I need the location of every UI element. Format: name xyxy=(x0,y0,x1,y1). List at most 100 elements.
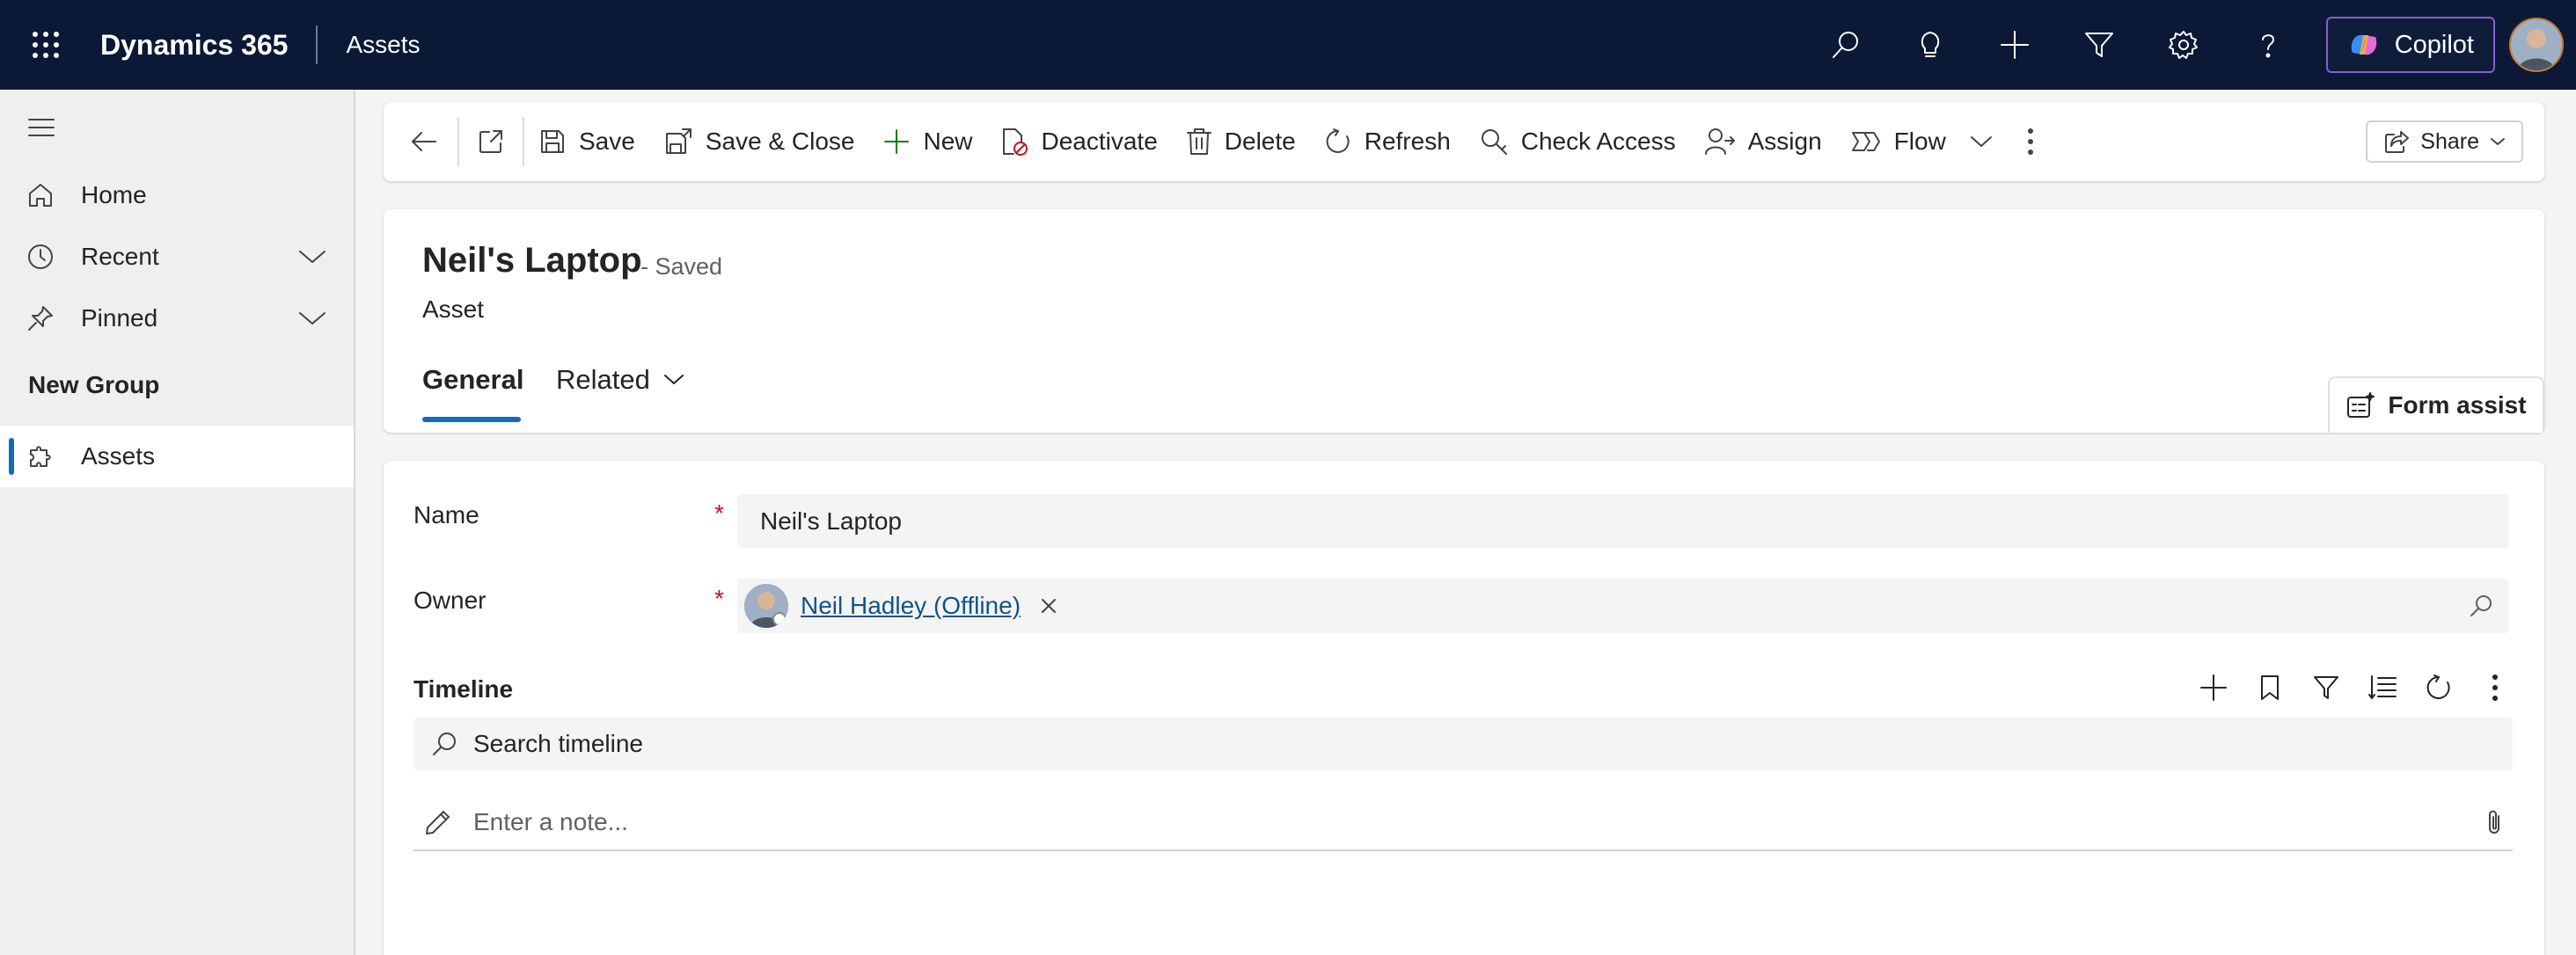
user-avatar[interactable] xyxy=(2509,18,2564,72)
tab-general[interactable]: General xyxy=(422,364,523,396)
note-input[interactable] xyxy=(473,808,2321,836)
settings-button[interactable] xyxy=(2141,0,2226,90)
plus-icon xyxy=(2000,31,2029,59)
close-icon xyxy=(1042,599,1057,613)
name-field[interactable]: Neil's Laptop xyxy=(737,494,2509,549)
save-close-button[interactable]: Save & Close xyxy=(649,102,869,181)
timeline-more-button[interactable] xyxy=(2467,660,2523,716)
nav-item-recent[interactable]: Recent xyxy=(0,226,354,288)
site-map-toggle[interactable] xyxy=(26,114,56,141)
chevron-down-icon xyxy=(662,373,685,387)
flow-icon xyxy=(1850,128,1882,155)
form-body: Name * Neil's Laptop Owner * Neil Hadley… xyxy=(384,461,2544,955)
search-button[interactable] xyxy=(1804,0,1888,90)
timeline-create-button[interactable] xyxy=(2185,660,2242,716)
filter-icon xyxy=(2084,33,2113,57)
sort-list-icon xyxy=(2368,675,2397,699)
remove-owner-button[interactable] xyxy=(1040,597,1057,615)
more-commands-button[interactable] xyxy=(2002,102,2059,181)
chevron-down-icon[interactable] xyxy=(297,310,327,327)
copilot-icon xyxy=(2351,34,2376,55)
assign-button[interactable]: Assign xyxy=(1690,102,1836,181)
check-access-button[interactable]: Check Access xyxy=(1465,102,1690,181)
save-button[interactable]: Save xyxy=(524,102,649,181)
top-bar: Dynamics 365 Assets Copilot xyxy=(0,0,2576,90)
new-button-top[interactable] xyxy=(1972,0,2057,90)
timeline-sort-button[interactable] xyxy=(2354,660,2411,716)
area-title: Assets xyxy=(346,31,421,58)
name-label: Name xyxy=(413,501,479,529)
app-launcher-button[interactable] xyxy=(0,0,91,90)
share-label: Share xyxy=(2420,128,2479,154)
form-assist-button[interactable]: Form assist xyxy=(2328,376,2544,433)
owner-link[interactable]: Neil Hadley (Offline) xyxy=(801,592,1021,620)
owner-lookup[interactable]: Neil Hadley (Offline) xyxy=(737,579,2509,633)
tab-label: General xyxy=(422,364,524,395)
search-icon xyxy=(431,731,457,757)
top-bar-actions: Copilot xyxy=(1804,0,2576,90)
lightbulb-icon xyxy=(1921,32,1939,57)
nav-item-label: Pinned xyxy=(81,304,158,332)
plus-icon xyxy=(2200,674,2227,701)
open-in-new-window-button[interactable] xyxy=(459,102,523,181)
deactivate-button[interactable]: Deactivate xyxy=(986,102,1171,181)
tab-label: Related xyxy=(556,364,650,395)
record-entity-name: Asset xyxy=(422,295,485,323)
owner-avatar xyxy=(744,584,788,628)
refresh-button[interactable]: Refresh xyxy=(1310,102,1465,181)
tab-related[interactable]: Related xyxy=(556,364,685,396)
timeline-title: Timeline xyxy=(413,675,514,703)
refresh-label: Refresh xyxy=(1364,128,1451,155)
copilot-label: Copilot xyxy=(2394,30,2474,59)
refresh-icon xyxy=(1324,128,1352,156)
flow-dropdown-button[interactable] xyxy=(1960,102,2002,181)
gear-icon xyxy=(2168,31,2198,59)
timeline-toolbar xyxy=(2185,660,2523,716)
timeline-search-label: Search timeline xyxy=(473,730,643,757)
new-button[interactable]: New xyxy=(868,102,986,181)
pencil-icon xyxy=(424,808,452,836)
insights-button[interactable] xyxy=(1888,0,1972,90)
delete-button[interactable]: Delete xyxy=(1172,102,1310,181)
delete-label: Delete xyxy=(1224,128,1296,155)
title-divider xyxy=(316,26,318,64)
name-value: Neil's Laptop xyxy=(760,507,902,535)
waffle-icon xyxy=(33,32,59,58)
chevron-down-icon[interactable] xyxy=(297,248,327,266)
help-icon xyxy=(2261,34,2274,58)
check-access-label: Check Access xyxy=(1520,128,1676,155)
help-button[interactable] xyxy=(2226,0,2310,90)
lookup-search-button[interactable] xyxy=(2469,594,2493,618)
timeline-note-composer xyxy=(413,795,2513,851)
record-title: Neil's Laptop xyxy=(422,241,642,280)
nav-item-assets[interactable]: Assets xyxy=(0,426,354,487)
attach-file-button[interactable] xyxy=(2485,807,2504,837)
active-tab-indicator xyxy=(422,417,521,422)
more-vertical-icon xyxy=(2492,674,2498,701)
back-button[interactable] xyxy=(384,102,457,181)
flow-button[interactable]: Flow xyxy=(1836,102,1960,181)
required-indicator: * xyxy=(714,499,724,527)
user-photo-icon xyxy=(2511,19,2562,70)
nav-item-pinned[interactable]: Pinned xyxy=(0,288,354,349)
nav-item-home[interactable]: Home xyxy=(0,164,354,226)
timeline-filter-button[interactable] xyxy=(2298,660,2354,716)
save-icon xyxy=(538,128,567,156)
flow-label: Flow xyxy=(1893,128,1946,155)
paperclip-icon xyxy=(2489,810,2499,834)
advanced-filter-button[interactable] xyxy=(2057,0,2141,90)
save-close-icon xyxy=(663,127,693,157)
app-title[interactable]: Dynamics 365 xyxy=(100,29,288,62)
timeline-search-box[interactable]: Search timeline xyxy=(413,718,2513,770)
timeline-refresh-button[interactable] xyxy=(2411,660,2467,716)
save-label: Save xyxy=(579,128,635,155)
copilot-button[interactable]: Copilot xyxy=(2325,17,2495,73)
new-label: New xyxy=(923,128,973,155)
record-header: Neil's Laptop - Saved Asset General Rela… xyxy=(384,209,2544,433)
nav-group-title: New Group xyxy=(28,371,160,398)
record-save-status: - Saved xyxy=(640,253,723,280)
search-icon xyxy=(2470,595,2492,616)
chevron-down-icon xyxy=(2490,136,2506,147)
share-button[interactable]: Share xyxy=(2366,120,2523,163)
timeline-bookmark-button[interactable] xyxy=(2242,660,2298,716)
